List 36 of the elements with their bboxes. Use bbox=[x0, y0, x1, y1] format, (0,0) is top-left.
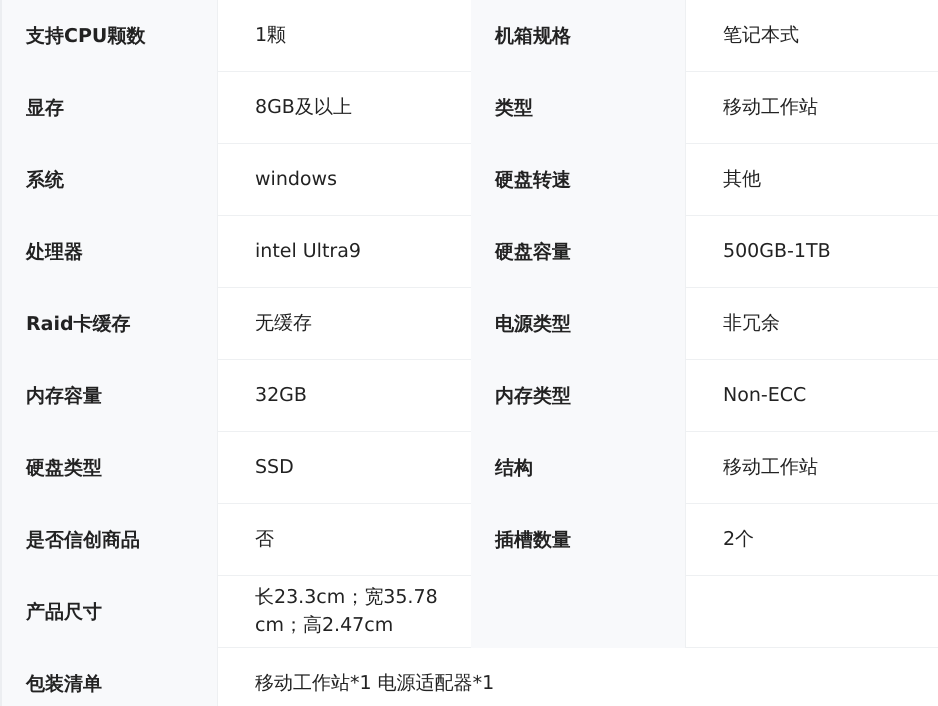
spec-label: 类型 bbox=[495, 96, 533, 121]
spec-value: 长23.3cm；宽35.78cm；高2.47cm bbox=[255, 584, 439, 638]
spec-value: intel Ultra9 bbox=[255, 238, 361, 264]
spec-value: 8GB及以上 bbox=[255, 94, 352, 120]
spec-value: 500GB-1TB bbox=[723, 238, 831, 264]
spec-label: 处理器 bbox=[26, 240, 83, 265]
spec-label: 机箱规格 bbox=[495, 24, 571, 49]
spec-value: windows bbox=[255, 166, 337, 192]
spec-label: 包装清单 bbox=[26, 672, 102, 697]
spec-value: 移动工作站 bbox=[723, 94, 818, 120]
spec-value: 否 bbox=[255, 526, 274, 552]
spec-value: 32GB bbox=[255, 382, 307, 408]
spec-label: 显存 bbox=[26, 96, 64, 121]
spec-value: Non-ECC bbox=[723, 382, 806, 408]
spec-value: 其他 bbox=[723, 166, 761, 192]
spec-label: 硬盘转速 bbox=[495, 168, 571, 193]
spec-value: 1颗 bbox=[255, 22, 286, 48]
spec-value: 非冗余 bbox=[723, 310, 780, 336]
spec-value: 移动工作站 bbox=[723, 454, 818, 480]
spec-label: 是否信创商品 bbox=[26, 528, 140, 553]
spec-label: 产品尺寸 bbox=[26, 600, 102, 625]
spec-label: 电源类型 bbox=[495, 312, 571, 337]
spec-label: 插槽数量 bbox=[495, 528, 571, 553]
spec-label: 内存类型 bbox=[495, 384, 571, 409]
spec-label: 硬盘容量 bbox=[495, 240, 571, 265]
spec-label: 系统 bbox=[26, 168, 64, 193]
spec-label: 硬盘类型 bbox=[26, 456, 102, 481]
spec-value: 2个 bbox=[723, 526, 754, 552]
spec-value: 移动工作站*1 电源适配器*1 bbox=[255, 670, 494, 696]
spec-value: SSD bbox=[255, 454, 294, 480]
spec-value: 笔记本式 bbox=[723, 22, 799, 48]
spec-label: 支持CPU颗数 bbox=[26, 24, 146, 49]
spec-label: Raid卡缓存 bbox=[26, 312, 131, 337]
spec-value: 无缓存 bbox=[255, 310, 312, 336]
spec-label: 内存容量 bbox=[26, 384, 102, 409]
spec-label: 结构 bbox=[495, 456, 533, 481]
